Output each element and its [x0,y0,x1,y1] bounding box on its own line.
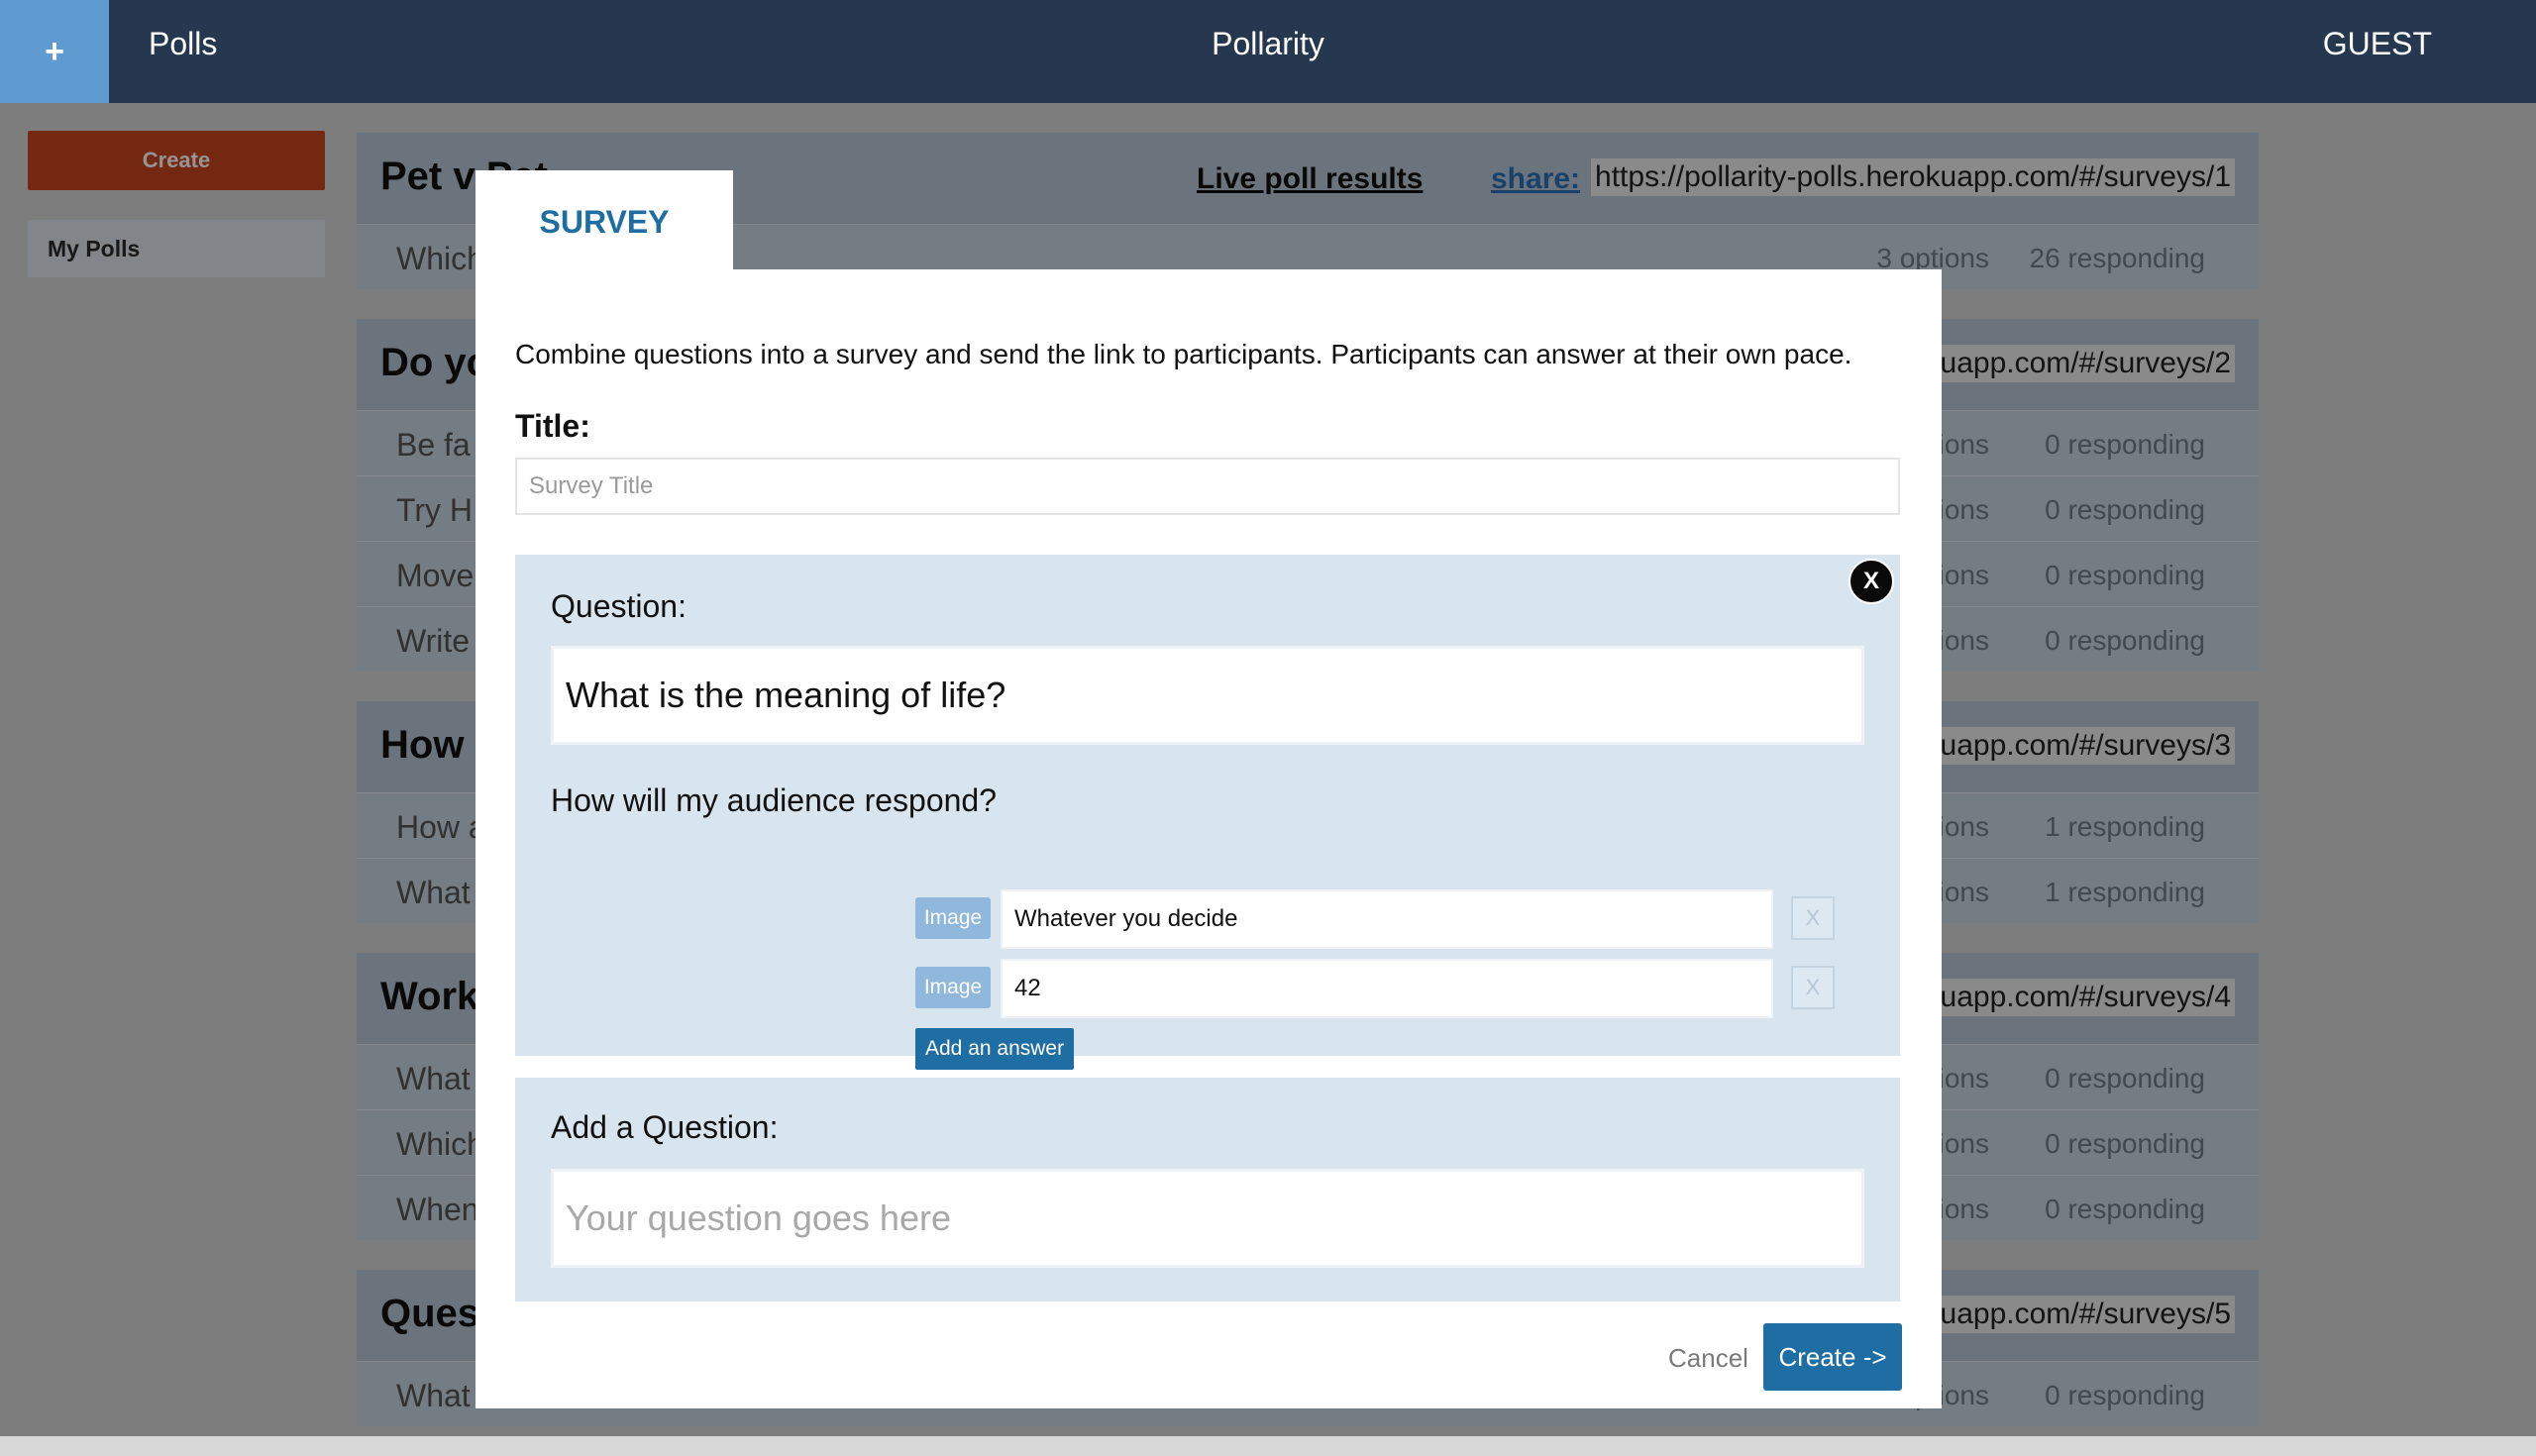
answer-row: Image X [915,959,1847,1018]
survey-tab[interactable]: SURVEY [476,170,733,273]
title-label: Title: [515,408,590,444]
question-panel: X Question: How will my audience respond… [515,555,1900,1070]
remove-question-button[interactable]: X [1849,559,1894,604]
add-answer-button[interactable]: Add an answer [915,1028,1075,1070]
image-button[interactable]: Image [915,967,991,1008]
app-title: Pollarity [1212,26,1324,61]
cancel-button[interactable]: Cancel [1668,1343,1748,1374]
top-navbar: + Polls Pollarity GUEST [0,0,2536,103]
remove-answer-button[interactable]: X [1791,966,1835,1009]
add-question-input[interactable] [551,1169,1864,1268]
question-label: Question: [551,588,687,624]
user-menu[interactable]: GUEST [2323,26,2432,62]
remove-answer-button[interactable]: X [1791,896,1835,940]
question-input[interactable] [551,646,1864,745]
answer-input[interactable] [1001,959,1773,1018]
survey-title-input[interactable] [515,458,1900,515]
survey-modal: Combine questions into a survey and send… [476,269,1942,1408]
image-button[interactable]: Image [915,897,991,939]
answer-input[interactable] [1001,889,1773,949]
add-question-label: Add a Question: [551,1109,779,1145]
respond-label: How will my audience respond? [551,782,997,818]
add-question-panel: Add a Question: [515,1078,1900,1301]
survey-intro-text: Combine questions into a survey and send… [515,339,1852,369]
answer-row: Image X [915,889,1847,949]
create-survey-button[interactable]: Create -> [1763,1323,1902,1391]
